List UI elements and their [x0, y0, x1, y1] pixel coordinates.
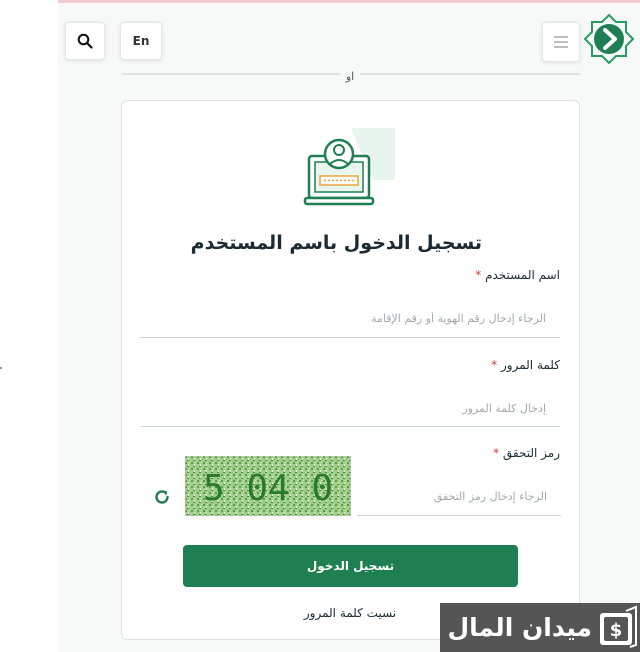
search-button[interactable] — [65, 22, 105, 60]
menu-button[interactable] — [542, 22, 580, 62]
site-header: En — [58, 3, 640, 73]
wallet-icon: $ — [600, 605, 637, 648]
menu-icon — [554, 36, 568, 48]
language-label: En — [132, 34, 150, 48]
password-label: كلمة المرور * — [491, 358, 560, 372]
captcha-text: 5 04 0 — [203, 468, 333, 509]
refresh-icon — [155, 490, 169, 504]
captcha-refresh-button[interactable] — [149, 484, 175, 510]
watermark-banner: ميدان المال $ — [440, 603, 640, 652]
captcha-input[interactable] — [357, 478, 561, 516]
login-title: تسجيل الدخول باسم المستخدم — [190, 232, 482, 254]
captcha-label: رمز التحقق * — [493, 446, 560, 460]
search-icon — [77, 33, 93, 49]
stray-dot — [0, 367, 2, 369]
captcha-image: 5 04 0 — [185, 456, 351, 516]
language-toggle-button[interactable]: En — [120, 22, 162, 60]
username-label: اسم المستخدم * — [475, 268, 560, 282]
watermark-text: ميدان المال — [447, 613, 592, 642]
forgot-password-link[interactable]: نسيت كلمة المرور — [280, 606, 420, 620]
or-label: او — [340, 70, 360, 84]
svg-text:$: $ — [610, 620, 623, 641]
logo-chevron-icon[interactable] — [583, 13, 635, 65]
laptop-user-icon — [303, 128, 395, 206]
login-button[interactable]: تسجيل الدخول — [183, 545, 518, 587]
username-input[interactable] — [140, 300, 560, 338]
password-input[interactable] — [140, 390, 560, 427]
